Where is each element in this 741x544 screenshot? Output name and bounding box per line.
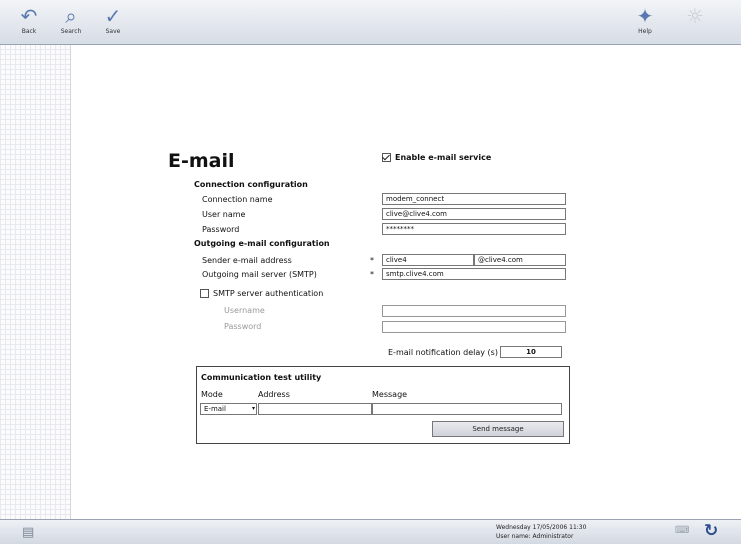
delay-field[interactable]: 10 — [500, 346, 562, 358]
smtp-field[interactable]: smtp.clive4.com — [382, 268, 566, 280]
status-user: User name: Administrator — [496, 533, 574, 540]
auth-username-label: Username — [224, 306, 265, 315]
side-pattern — [0, 45, 71, 520]
keyboard-icon[interactable]: ⌨ — [675, 525, 689, 536]
sender-domain-field[interactable]: @clive4.com — [474, 254, 566, 266]
back-button[interactable]: ↶ Back — [14, 4, 44, 36]
user-name-label: User name — [202, 210, 246, 219]
password-field[interactable]: ******** — [382, 223, 566, 235]
light-button[interactable]: ☼ — [680, 4, 710, 28]
status-datetime: Wednesday 17/05/2006 11:30 — [496, 524, 587, 531]
search-icon: ⌕ — [65, 4, 77, 28]
sender-user-field[interactable]: clive4 — [382, 254, 474, 266]
wand-icon: ✦ — [636, 4, 654, 28]
auth-password-field[interactable] — [382, 321, 566, 333]
auth-password-label: Password — [224, 322, 262, 331]
user-name-field[interactable]: clive@clive4.com — [382, 208, 566, 220]
sender-required-mark: * — [370, 256, 374, 265]
message-label: Message — [372, 390, 408, 399]
message-field[interactable] — [372, 403, 562, 415]
connection-name-field[interactable]: modem_connect — [382, 193, 566, 205]
smtp-auth-check[interactable] — [200, 289, 209, 298]
page-title: E-mail — [168, 150, 235, 172]
mode-label: Mode — [201, 390, 223, 399]
enable-email-check[interactable] — [382, 153, 391, 162]
auth-username-field[interactable] — [382, 305, 566, 317]
search-button[interactable]: ⌕ Search — [56, 4, 86, 36]
sender-label: Sender e-mail address — [202, 256, 292, 265]
save-button[interactable]: ✓ Save — [98, 4, 128, 36]
light-icon: ☼ — [686, 4, 704, 28]
connection-name-label: Connection name — [202, 195, 273, 204]
printer-icon[interactable]: ▤ — [22, 525, 34, 540]
password-label: Password — [202, 225, 240, 234]
checkmark-icon: ✓ — [104, 4, 122, 28]
smtp-label: Outgoing mail server (SMTP) — [202, 270, 317, 279]
status-bar: ▤ Wednesday 17/05/2006 11:30 User name: … — [0, 519, 741, 544]
address-label: Address — [258, 390, 290, 399]
delay-label: E-mail notification delay (s) — [388, 348, 498, 357]
back-arrow-icon: ↶ — [20, 4, 38, 28]
connection-section-title: Connection configuration — [194, 180, 308, 189]
help-button[interactable]: ✦ Help — [630, 4, 660, 36]
send-message-button[interactable]: Send message — [432, 421, 564, 437]
outgoing-section-title: Outgoing e-mail configuration — [194, 239, 330, 248]
address-field[interactable] — [258, 403, 372, 415]
comm-test-title: Communication test utility — [201, 373, 322, 382]
refresh-icon[interactable]: ↻ — [704, 521, 718, 541]
enable-email-checkbox[interactable]: Enable e-mail service — [382, 153, 491, 162]
mode-select[interactable]: E-mail ▾ — [200, 403, 257, 415]
smtp-required-mark: * — [370, 270, 374, 279]
top-toolbar: ↶ Back ⌕ Search ✓ Save ✦ Help ☼ — [0, 0, 741, 45]
chevron-down-icon: ▾ — [251, 405, 255, 412]
smtp-auth-checkbox[interactable]: SMTP server authentication — [200, 289, 323, 298]
